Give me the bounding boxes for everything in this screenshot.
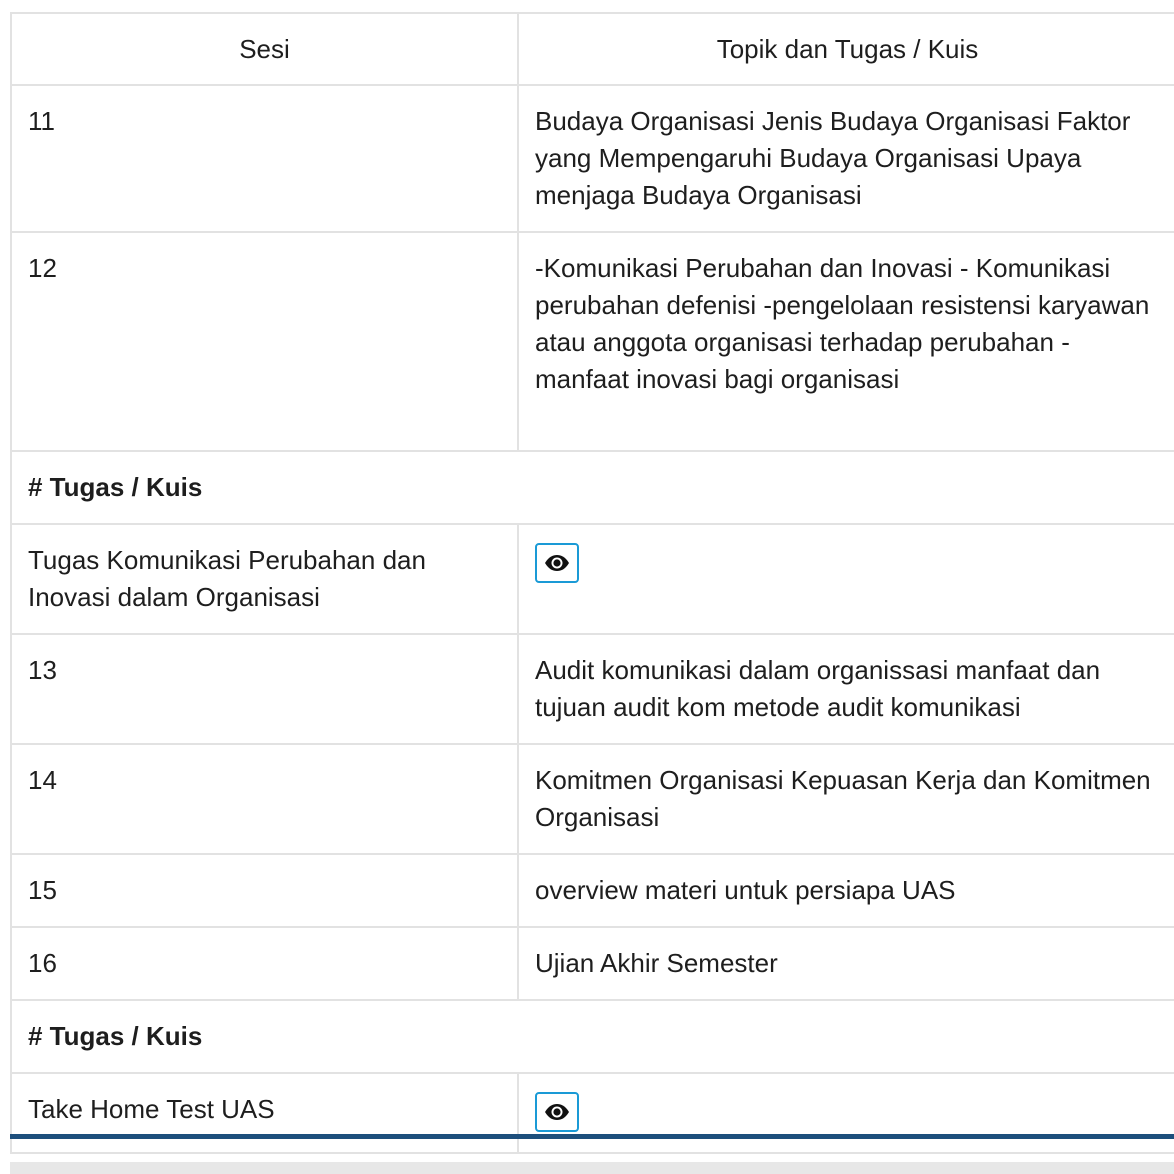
- view-task-button[interactable]: [535, 543, 579, 583]
- table-row: 12 -Komunikasi Perubahan dan Inovasi - K…: [12, 232, 1174, 452]
- task-section-title: # Tugas / Kuis: [12, 1000, 1174, 1074]
- session-number: 16: [12, 927, 519, 1001]
- table-row: 13 Audit komunikasi dalam organissasi ma…: [12, 634, 1174, 745]
- column-header-sesi: Sesi: [12, 14, 519, 86]
- task-section-header: # Tugas / Kuis: [12, 1000, 1174, 1074]
- task-row: Tugas Komunikasi Perubahan dan Inovasi d…: [12, 524, 1174, 635]
- eye-icon: [545, 555, 569, 571]
- task-row: Take Home Test UAS: [12, 1073, 1174, 1154]
- task-action-cell: [518, 1073, 1174, 1154]
- table-row: 16 Ujian Akhir Semester: [12, 927, 1174, 1001]
- task-name: Tugas Komunikasi Perubahan dan Inovasi d…: [12, 524, 519, 635]
- session-topic: Komitmen Organisasi Kepuasan Kerja dan K…: [518, 744, 1174, 855]
- eye-icon: [545, 1104, 569, 1120]
- task-name: Take Home Test UAS: [12, 1073, 519, 1154]
- column-header-topik: Topik dan Tugas / Kuis: [518, 14, 1174, 86]
- session-topic: -Komunikasi Perubahan dan Inovasi - Komu…: [518, 232, 1174, 452]
- session-number: 15: [12, 854, 519, 928]
- table-bottom-bar: [10, 1134, 1174, 1139]
- table-row: 11 Budaya Organisasi Jenis Budaya Organi…: [12, 85, 1174, 233]
- session-number: 13: [12, 634, 519, 745]
- session-number: 12: [12, 232, 519, 452]
- session-topic: Ujian Akhir Semester: [518, 927, 1174, 1001]
- session-topic: Budaya Organisasi Jenis Budaya Organisas…: [518, 85, 1174, 233]
- footer-strip: [10, 1162, 1174, 1174]
- task-action-cell: [518, 524, 1174, 635]
- view-task-button[interactable]: [535, 1092, 579, 1132]
- table-row: 15 overview materi untuk persiapa UAS: [12, 854, 1174, 928]
- task-section-header: # Tugas / Kuis: [12, 451, 1174, 525]
- task-section-title: # Tugas / Kuis: [12, 451, 1174, 525]
- session-topic: Audit komunikasi dalam organissasi manfa…: [518, 634, 1174, 745]
- session-table: Sesi Topik dan Tugas / Kuis 11 Budaya Or…: [12, 14, 1174, 1154]
- table-header-row: Sesi Topik dan Tugas / Kuis: [12, 14, 1174, 86]
- session-topic: overview materi untuk persiapa UAS: [518, 854, 1174, 928]
- session-number: 11: [12, 85, 519, 233]
- session-table-container: Sesi Topik dan Tugas / Kuis 11 Budaya Or…: [10, 12, 1174, 1154]
- session-number: 14: [12, 744, 519, 855]
- table-row: 14 Komitmen Organisasi Kepuasan Kerja da…: [12, 744, 1174, 855]
